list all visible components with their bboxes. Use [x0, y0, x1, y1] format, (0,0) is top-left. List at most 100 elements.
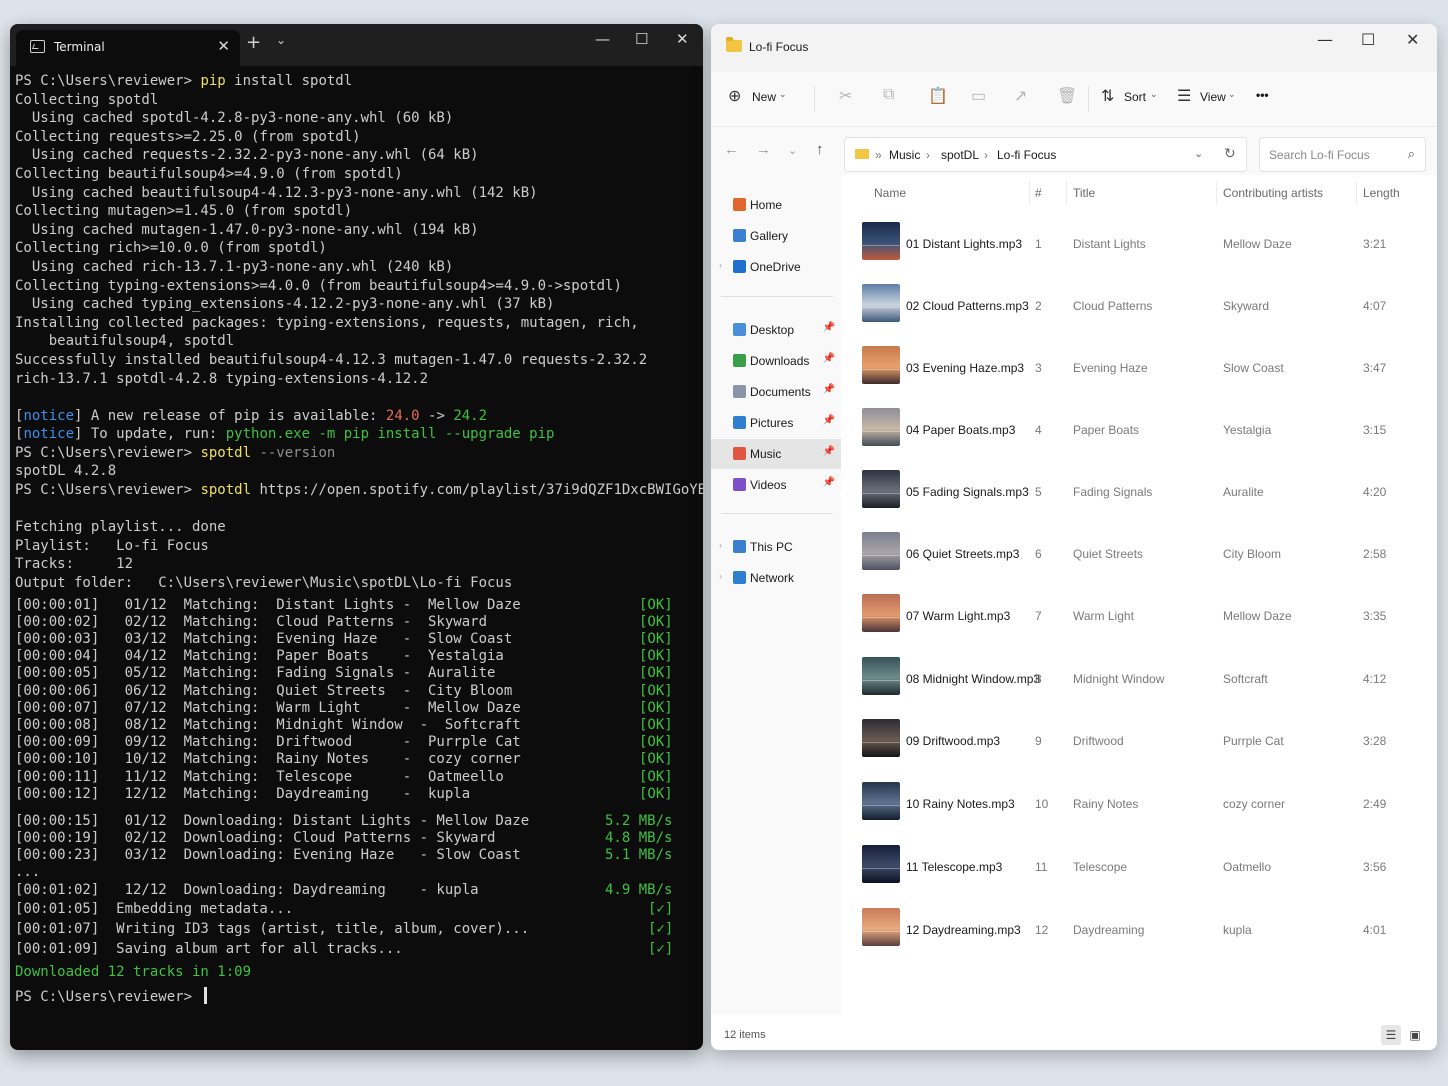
match-status: [OK]	[639, 699, 673, 716]
sidebar-item-network[interactable]: › Network	[711, 563, 841, 593]
file-row[interactable]: 01 Distant Lights.mp3 1 Distant Lights Mell…	[844, 207, 1437, 269]
music-icon	[733, 447, 746, 460]
recent-locations-icon[interactable]: ⌄	[788, 144, 797, 157]
back-icon[interactable]: ←	[724, 141, 739, 158]
sidebar-item-gallery[interactable]: Gallery	[711, 221, 841, 251]
tab-dropdown-icon[interactable]: ⌄	[276, 33, 286, 47]
contributing-artist: Purrple Cat	[1223, 734, 1284, 748]
address-bar[interactable]: » Music › spotDL › Lo-fi Focus ⌄ ↻	[844, 137, 1247, 172]
new-button[interactable]: New	[752, 90, 776, 104]
file-row[interactable]: 03 Evening Haze.mp3 3 Evening Haze Slow Coa…	[844, 331, 1437, 393]
file-name: 11 Telescope.mp3	[906, 860, 1003, 874]
terminal-text: Collecting beautifulsoup4>=4.9.0 (from s…	[15, 165, 403, 182]
file-name: 05 Fading Signals.mp3	[906, 485, 1029, 499]
file-name: 06 Quiet Streets.mp3	[906, 547, 1020, 561]
delete-icon[interactable]: 🗑	[1057, 86, 1077, 106]
album-art-thumbnail	[862, 657, 900, 695]
folder-icon	[855, 149, 869, 159]
sidebar-item-home[interactable]: Home	[711, 190, 841, 220]
column-header-length[interactable]: Length	[1363, 186, 1400, 200]
sidebar-item-music[interactable]: Music 📌	[711, 439, 841, 469]
download-row: ...	[15, 864, 703, 881]
sidebar-item-pictures[interactable]: Pictures 📌	[711, 408, 841, 438]
file-row[interactable]: 02 Cloud Patterns.mp3 2 Cloud Patterns Skyw…	[844, 269, 1437, 331]
column-header-title[interactable]: Title	[1073, 186, 1095, 200]
paste-icon[interactable]: 📋	[928, 86, 948, 106]
terminal-tab[interactable]: Terminal ✕	[16, 30, 240, 66]
search-input[interactable]: Search Lo-fi Focus ⌕	[1259, 137, 1426, 172]
file-row[interactable]: 08 Midnight Window.mp3 8 Midnight Window So…	[844, 642, 1437, 704]
forward-icon[interactable]: →	[756, 141, 771, 158]
contributing-artist: Yestalgia	[1223, 423, 1272, 437]
close-button[interactable]: ✕	[1406, 30, 1419, 49]
track-length: 4:20	[1363, 485, 1387, 499]
terminal-line: PS C:\Users\reviewer> pip install spotdl	[15, 72, 703, 91]
close-tab-icon[interactable]: ✕	[217, 37, 230, 55]
details-view-icon[interactable]: ☰	[1381, 1025, 1401, 1045]
column-header-name[interactable]: Name	[874, 186, 906, 200]
terminal-prompt[interactable]: PS C:\Users\reviewer>	[15, 987, 703, 1006]
terminal-output[interactable]: PS C:\Users\reviewer> pip install spotdl…	[10, 66, 703, 1006]
column-header-artists[interactable]: Contributing artists	[1223, 186, 1323, 200]
terminal-line: Playlist: Lo-fi Focus	[15, 537, 703, 556]
match-row: [00:00:02] 02/12 Matching: Cloud Pattern…	[15, 614, 703, 631]
chevron-right-icon[interactable]: ›	[719, 540, 722, 550]
file-row[interactable]: 11 Telescope.mp3 11 Telescope Oatmello 3:56	[844, 830, 1437, 892]
breadcrumb-overflow[interactable]: »	[875, 148, 882, 162]
file-row[interactable]: 07 Warm Light.mp3 7 Warm Light Mellow Daze 3…	[844, 579, 1437, 641]
address-dropdown-icon[interactable]: ⌄	[1194, 147, 1203, 160]
rename-icon[interactable]: ▭	[971, 86, 986, 106]
sidebar-item-downloads[interactable]: Downloads 📌	[711, 346, 841, 376]
terminal-icon	[30, 40, 45, 53]
sidebar-item-onedrive[interactable]: › OneDrive	[711, 252, 841, 282]
sidebar-item-label: OneDrive	[750, 260, 801, 274]
chevron-right-icon[interactable]: ›	[719, 571, 722, 581]
more-options-button[interactable]: •••	[1256, 88, 1269, 102]
status-bar: 12 items ☰ ▣	[711, 1022, 1437, 1050]
file-row[interactable]: 12 Daydreaming.mp3 12 Daydreaming kupla 4:01	[844, 893, 1437, 955]
file-list: Name # Title Contributing artists Length…	[844, 175, 1437, 1015]
explorer-tab-title[interactable]: Lo-fi Focus	[749, 40, 808, 54]
sidebar-item-documents[interactable]: Documents 📌	[711, 377, 841, 407]
new-tab-button[interactable]: +	[246, 32, 261, 53]
close-button[interactable]: ✕	[676, 30, 689, 48]
track-title: Distant Lights	[1073, 237, 1146, 251]
track-number: 4	[1035, 423, 1042, 437]
terminal-line: beautifulsoup4, spotdl	[15, 332, 703, 351]
column-header-number[interactable]: #	[1035, 186, 1042, 200]
sidebar-item-label: Documents	[750, 385, 811, 399]
maximize-button[interactable]: ☐	[635, 30, 648, 48]
track-title: Daydreaming	[1073, 923, 1145, 937]
refresh-icon[interactable]: ↻	[1224, 145, 1236, 162]
minimize-button[interactable]: —	[1317, 30, 1333, 49]
sidebar-item-videos[interactable]: Videos 📌	[711, 470, 841, 500]
file-row[interactable]: 10 Rainy Notes.mp3 10 Rainy Notes cozy corn…	[844, 767, 1437, 829]
sidebar-item-label: This PC	[750, 540, 793, 554]
cut-icon[interactable]: ✂	[839, 86, 852, 106]
copy-icon[interactable]: ⧉	[883, 86, 894, 104]
file-row[interactable]: 06 Quiet Streets.mp3 6 Quiet Streets City B…	[844, 517, 1437, 579]
view-button[interactable]: View	[1200, 90, 1226, 104]
sidebar-item-this-pc[interactable]: › This PC	[711, 532, 841, 562]
terminal-text: Installing collected packages: typing-ex…	[15, 314, 639, 331]
sort-button[interactable]: Sort	[1124, 90, 1146, 104]
sidebar-item-desktop[interactable]: Desktop 📌	[711, 315, 841, 345]
maximize-button[interactable]: ☐	[1361, 30, 1375, 49]
folder-icon	[726, 37, 742, 52]
chevron-right-icon[interactable]: ›	[719, 260, 722, 270]
terminal-line: Collecting mutagen>=1.45.0 (from spotdl)	[15, 202, 703, 221]
breadcrumb-spotdl[interactable]: spotDL	[941, 148, 979, 162]
file-row[interactable]: 09 Driftwood.mp3 9 Driftwood Purrple Cat 3:2…	[844, 704, 1437, 766]
minimize-button[interactable]: —	[595, 30, 610, 48]
download-row-text: [00:01:05] Embedding metadata...	[15, 900, 294, 917]
terminal-line: Output folder: C:\Users\reviewer\Music\s…	[15, 574, 703, 593]
file-row[interactable]: 05 Fading Signals.mp3 5 Fading Signals Aura…	[844, 455, 1437, 517]
terminal-text: beautifulsoup4, spotdl	[15, 333, 235, 350]
tiles-view-icon[interactable]: ▣	[1405, 1025, 1425, 1045]
up-icon[interactable]: ↑	[816, 141, 824, 158]
file-row[interactable]: 04 Paper Boats.mp3 4 Paper Boats Yestalgia 3…	[844, 393, 1437, 455]
breadcrumb-lofi-focus[interactable]: Lo-fi Focus	[997, 148, 1056, 162]
breadcrumb-music[interactable]: Music	[889, 148, 920, 162]
divider	[1088, 86, 1089, 112]
share-icon[interactable]: ↗	[1014, 86, 1027, 106]
